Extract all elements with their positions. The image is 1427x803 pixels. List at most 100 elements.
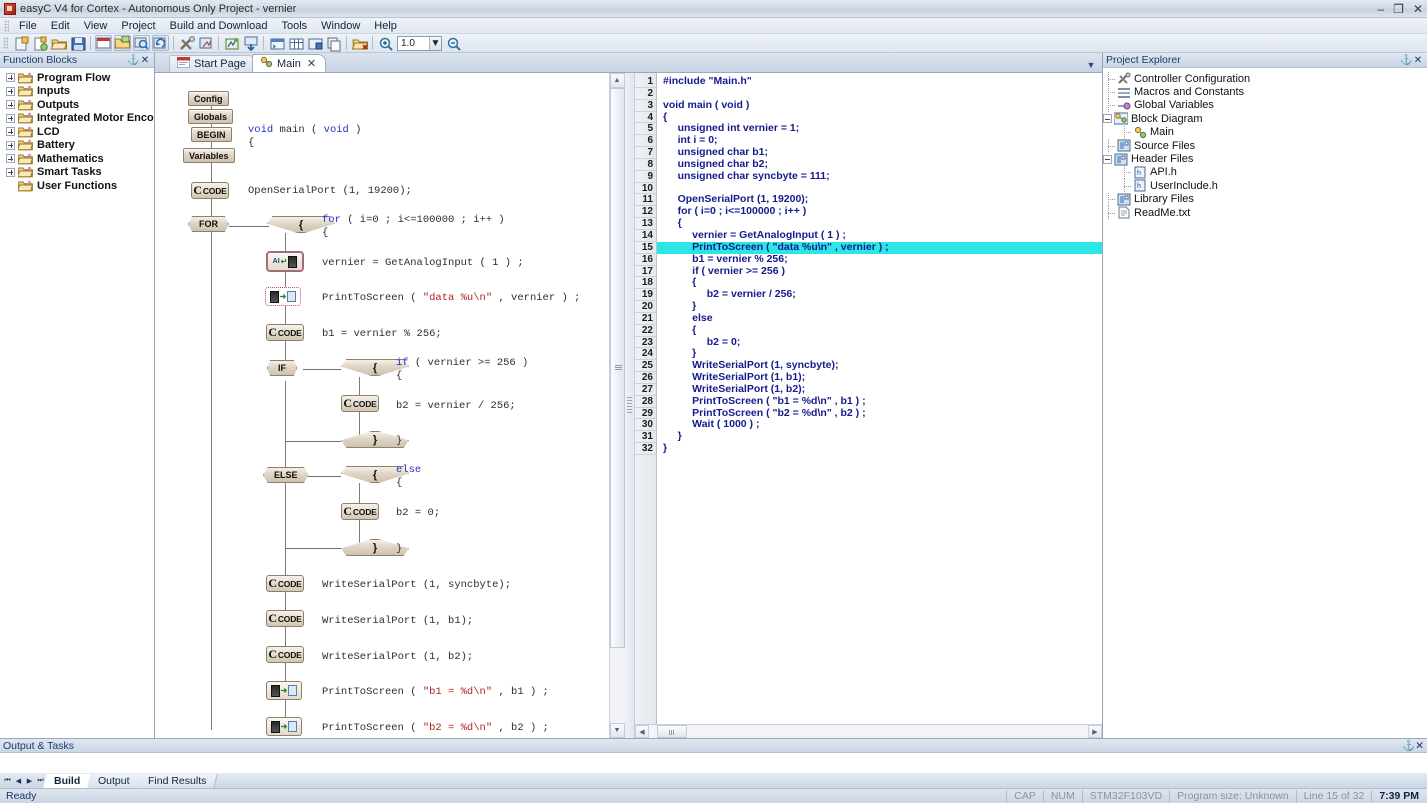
project-explorer-item-main[interactable]: Main bbox=[1103, 125, 1427, 139]
else-block[interactable]: ELSE bbox=[263, 467, 309, 483]
menu-item-tools[interactable]: Tools bbox=[274, 19, 314, 33]
compile-icon[interactable] bbox=[223, 35, 240, 51]
fn-item-smart-tasks[interactable]: Smart Tasks bbox=[0, 166, 154, 180]
tab-close-icon[interactable]: ✕ bbox=[307, 57, 316, 70]
code-line[interactable] bbox=[657, 88, 1102, 100]
code-line[interactable]: PrintToScreen ( "b1 = %d\n" , b1 ) ; bbox=[657, 395, 1102, 408]
scroll-left-icon[interactable]: ◀ bbox=[635, 725, 649, 738]
pin-icon[interactable]: ⚓ bbox=[127, 55, 139, 66]
expander-icon[interactable] bbox=[6, 113, 15, 123]
configure-icon[interactable] bbox=[197, 35, 214, 51]
fn-item-user-functions[interactable]: User Functions bbox=[0, 179, 154, 193]
expander-icon[interactable] bbox=[6, 100, 15, 110]
zoom-in-icon[interactable] bbox=[377, 35, 394, 51]
print-to-screen-block-2[interactable]: ➜ bbox=[266, 681, 302, 700]
code-block-6[interactable]: C CODE bbox=[266, 610, 304, 627]
code-block-3[interactable]: C CODE bbox=[341, 395, 379, 412]
download-icon[interactable] bbox=[242, 35, 259, 52]
code-block-4[interactable]: C CODE bbox=[341, 503, 379, 520]
toolbar-gripper[interactable] bbox=[3, 37, 8, 49]
new-file-icon[interactable] bbox=[12, 35, 29, 51]
window-icon[interactable] bbox=[95, 35, 112, 51]
scroll-down-icon[interactable]: ▼ bbox=[609, 723, 625, 738]
close-icon[interactable]: ✕ bbox=[139, 55, 151, 66]
code-line[interactable]: { bbox=[657, 324, 1102, 337]
fn-item-inputs[interactable]: Inputs bbox=[0, 85, 154, 99]
for-block[interactable]: FOR bbox=[188, 216, 229, 232]
pane-splitter[interactable] bbox=[625, 73, 635, 738]
scroll-thumb[interactable] bbox=[609, 88, 625, 648]
project-explorer-item-userinclude-h[interactable]: h UserInclude.h bbox=[1103, 179, 1427, 193]
block-diagram-canvas[interactable]: Config Globals BEGIN Variables C CODE FOR{AI ↵ ➜… bbox=[155, 73, 609, 738]
code-editor[interactable]: 1 2 3 4 5 6 7 8 9 10 11 12 13 14 15 16 17 18 19 20 21 22 23 24 2… bbox=[635, 73, 1102, 724]
window-split-icon[interactable] bbox=[306, 35, 323, 51]
open-folder-icon[interactable] bbox=[50, 35, 68, 51]
project-explorer-item-block-diagram[interactable]: Block Diagram bbox=[1103, 112, 1427, 125]
scroll-track[interactable] bbox=[609, 88, 625, 723]
code-horizontal-scrollbar[interactable]: ◀ ▶ bbox=[635, 724, 1102, 738]
fn-item-outputs[interactable]: Outputs bbox=[0, 98, 154, 112]
analog-input-block[interactable]: AI ↵ bbox=[266, 251, 304, 272]
menu-item-build-and-download[interactable]: Build and Download bbox=[163, 19, 275, 33]
copy-icon[interactable] bbox=[325, 35, 342, 52]
expander-icon[interactable] bbox=[6, 140, 15, 150]
nav-first-button[interactable]: ⏮ bbox=[2, 774, 13, 787]
code-block-5[interactable]: C CODE bbox=[266, 575, 304, 592]
fn-item-lcd[interactable]: LCD bbox=[0, 125, 154, 139]
scroll-right-icon[interactable]: ▶ bbox=[1088, 725, 1102, 738]
fn-item-program-flow[interactable]: Program Flow bbox=[0, 71, 154, 85]
terminal-icon[interactable] bbox=[268, 35, 285, 51]
output-tab-build[interactable]: Build bbox=[43, 773, 92, 788]
globals-block[interactable]: Globals bbox=[188, 109, 234, 124]
menu-item-help[interactable]: Help bbox=[367, 19, 404, 33]
scroll-up-icon[interactable]: ▲ bbox=[609, 73, 625, 88]
close-button[interactable]: ✕ bbox=[1413, 3, 1423, 15]
chevron-down-icon[interactable]: ▼ bbox=[429, 36, 441, 50]
nav-next-button[interactable]: ▶ bbox=[24, 774, 35, 787]
minimize-button[interactable]: – bbox=[1377, 3, 1384, 15]
menu-item-file[interactable]: File bbox=[12, 19, 44, 33]
menu-item-edit[interactable]: Edit bbox=[44, 19, 77, 33]
code-block-7[interactable]: C CODE bbox=[266, 646, 304, 663]
code-line[interactable]: void main ( void ) bbox=[657, 99, 1102, 112]
print-to-screen-block-1[interactable]: ➜ bbox=[265, 287, 301, 306]
if-block[interactable]: IF bbox=[267, 360, 297, 376]
menu-item-project[interactable]: Project bbox=[114, 19, 162, 33]
code-line[interactable]: } bbox=[657, 430, 1102, 443]
code-lines[interactable]: #include "Main.h" void main ( void ) { uns… bbox=[657, 73, 1102, 724]
variables-block[interactable]: Variables bbox=[183, 148, 235, 163]
menu-gripper[interactable] bbox=[4, 19, 9, 32]
output-tab-find-results[interactable]: Find Results bbox=[137, 773, 218, 788]
fn-item-mathematics[interactable]: Mathematics bbox=[0, 152, 154, 166]
collapse-expander-icon[interactable] bbox=[1103, 114, 1112, 124]
tools-icon[interactable] bbox=[178, 35, 195, 51]
expander-icon[interactable] bbox=[6, 167, 15, 177]
config-block[interactable]: Config bbox=[188, 91, 229, 106]
close-icon[interactable]: ✕ bbox=[1412, 55, 1424, 66]
code-line[interactable]: b1 = vernier % 256; bbox=[657, 253, 1102, 266]
project-explorer-tree[interactable]: Controller Configuration Macros and Const… bbox=[1103, 68, 1427, 738]
nav-prev-button[interactable]: ◀ bbox=[13, 774, 24, 787]
tab-dropdown-icon[interactable]: ▼ bbox=[1084, 60, 1098, 70]
fn-item-battery[interactable]: Battery bbox=[0, 139, 154, 153]
code-block-1[interactable]: C CODE bbox=[191, 182, 229, 199]
zoom-level-combobox[interactable]: 1.0 ▼ bbox=[397, 35, 442, 51]
zoom-out-icon[interactable] bbox=[445, 35, 462, 51]
code-line[interactable]: for ( i=0 ; i<=100000 ; i++ ) bbox=[657, 205, 1102, 218]
scroll-thumb[interactable] bbox=[657, 725, 687, 738]
project-explorer-item-controller-configuration[interactable]: Controller Configuration bbox=[1103, 72, 1427, 86]
tab-start-page[interactable]: Start Page bbox=[169, 55, 256, 72]
fn-item-integrated-motor-encoders[interactable]: Integrated Motor Encoders bbox=[0, 112, 154, 126]
pin-icon[interactable]: ⚓ bbox=[1402, 739, 1415, 752]
code-line[interactable]: #include "Main.h" bbox=[657, 75, 1102, 88]
open-block-diagram-icon[interactable] bbox=[114, 35, 131, 51]
restore-button[interactable]: ❐ bbox=[1393, 3, 1404, 15]
output-content[interactable] bbox=[0, 753, 1427, 773]
project-explorer-item-header-files[interactable]: Header Files bbox=[1103, 152, 1427, 166]
menu-item-view[interactable]: View bbox=[77, 19, 115, 33]
print-to-screen-block-3[interactable]: ➜ bbox=[266, 717, 302, 736]
scroll-track[interactable] bbox=[649, 725, 1088, 738]
project-explorer-item-readme-txt[interactable]: ReadMe.txt bbox=[1103, 206, 1427, 220]
code-line[interactable]: } bbox=[657, 300, 1102, 313]
function-blocks-tree[interactable]: Program Flow Inputs Outputs Integrated M… bbox=[0, 68, 154, 738]
